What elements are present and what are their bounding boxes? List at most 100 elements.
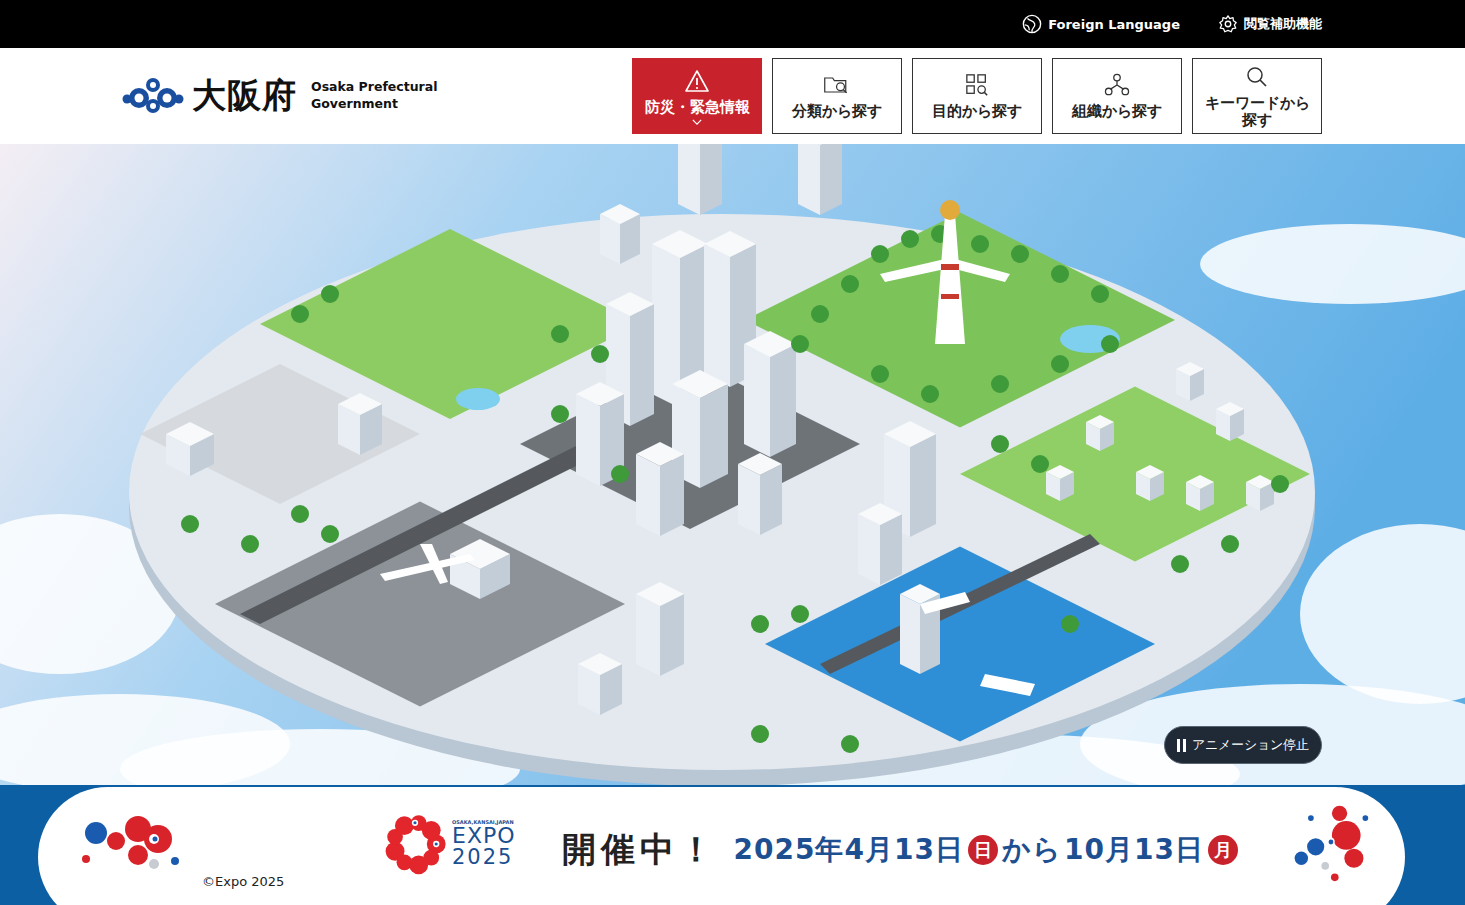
tree xyxy=(1171,555,1189,573)
tree xyxy=(971,235,989,253)
building xyxy=(600,204,640,264)
accessibility-link[interactable]: 閲覧補助機能 xyxy=(1218,14,1322,34)
tree xyxy=(321,525,339,543)
expo-ring-icon xyxy=(382,811,448,877)
cloud xyxy=(1300,524,1465,704)
folder-search-icon xyxy=(823,73,851,97)
expo-status: 開催中！ xyxy=(562,827,718,873)
tree xyxy=(551,325,569,343)
expo-mascot-icon xyxy=(76,809,186,879)
building xyxy=(1046,465,1074,501)
boat xyxy=(920,592,970,614)
tree xyxy=(1051,355,1069,373)
start-date: 2025年4月13日 xyxy=(734,831,964,869)
building xyxy=(858,503,902,585)
residential-area xyxy=(960,387,1310,562)
cloud xyxy=(1200,224,1465,304)
start-day-badge: 日 xyxy=(968,835,998,865)
organization-icon xyxy=(1103,73,1131,97)
logo-name: 大阪府 xyxy=(192,73,297,119)
building xyxy=(744,331,796,457)
tree xyxy=(1091,285,1109,303)
chevron-down-icon xyxy=(692,119,702,125)
top-bar: Foreign Language 閲覧補助機能 xyxy=(0,0,1465,48)
tree xyxy=(1101,335,1119,353)
building xyxy=(1246,475,1274,511)
pond xyxy=(1060,325,1120,353)
building xyxy=(798,144,842,215)
expo-copyright: ©Expo 2025 xyxy=(202,874,284,889)
building xyxy=(636,582,684,676)
tree xyxy=(791,335,809,353)
gear-icon xyxy=(1218,14,1238,34)
expo-logo: OSAKA,KANSAI,JAPANEXPO2025 xyxy=(382,811,516,877)
tree xyxy=(791,605,809,623)
tree xyxy=(321,285,339,303)
tree xyxy=(841,275,859,293)
pause-animation-button[interactable]: アニメーション停止 xyxy=(1164,726,1322,764)
fountain xyxy=(456,388,500,410)
tree xyxy=(991,375,1009,393)
tree xyxy=(1221,535,1239,553)
building xyxy=(900,584,940,674)
tree xyxy=(841,735,859,753)
tree xyxy=(291,305,309,323)
date-connector: から xyxy=(1002,831,1062,869)
end-day-badge: 月 xyxy=(1208,835,1238,865)
tree xyxy=(291,505,309,523)
nav-button[interactable]: 分類から探す xyxy=(772,58,902,135)
expo-dates: 開催中！ 2025年4月13日日から10月13日月 xyxy=(562,827,1240,873)
globe-icon xyxy=(1022,14,1042,34)
building xyxy=(1176,362,1204,401)
tree xyxy=(901,230,919,248)
tree xyxy=(241,535,259,553)
foreign-language-link[interactable]: Foreign Language xyxy=(1022,14,1180,34)
tower-of-the-sun xyxy=(880,200,1010,344)
end-date: 10月13日 xyxy=(1064,831,1204,869)
building xyxy=(636,442,684,536)
tree xyxy=(1051,265,1069,283)
building xyxy=(1086,415,1114,451)
boat xyxy=(980,674,1035,696)
tree xyxy=(871,245,889,263)
tree xyxy=(611,465,629,483)
grid-search-icon xyxy=(963,73,991,97)
building xyxy=(578,653,622,715)
building xyxy=(166,422,214,476)
building xyxy=(1216,402,1244,441)
expo-banner: ©Expo 2025 OSAKA,KANSAI,JAPANEXPO2025 開催中！… xyxy=(0,785,1465,905)
tree xyxy=(551,405,569,423)
building xyxy=(738,453,782,535)
logo-subtitle: Osaka PrefecturalGovernment xyxy=(311,79,438,113)
building xyxy=(1136,465,1164,501)
tree xyxy=(1271,475,1289,493)
nav-button[interactable]: 目的から探す xyxy=(912,58,1042,135)
expo-mascot-icon xyxy=(1287,799,1373,885)
harbor-water xyxy=(765,547,1155,742)
city-illustration xyxy=(0,144,1465,785)
tree xyxy=(591,345,609,363)
expo-banner-card[interactable]: ©Expo 2025 OSAKA,KANSAI,JAPANEXPO2025 開催中！… xyxy=(38,787,1405,905)
tree xyxy=(181,515,199,533)
platform xyxy=(129,214,1315,770)
nav-button[interactable]: 組織から探す xyxy=(1052,58,1182,135)
tree xyxy=(921,385,939,403)
factory-area xyxy=(140,364,420,504)
park-area xyxy=(745,213,1175,428)
main-nav: 防災・緊急情報分類から探す目的から探す組織から探すキーワードから探す xyxy=(632,58,1322,135)
tree xyxy=(751,725,769,743)
warning-icon xyxy=(683,69,711,93)
site-header: 大阪府 Osaka PrefecturalGovernment 防災・緊急情報分類か… xyxy=(0,48,1465,144)
nav-button[interactable]: 防災・緊急情報 xyxy=(632,58,762,135)
runway xyxy=(240,434,620,624)
site-logo[interactable]: 大阪府 Osaka PrefecturalGovernment xyxy=(122,73,438,119)
tree xyxy=(991,435,1009,453)
page: Foreign Language 閲覧補助機能大阪府 Osaka Prefectur… xyxy=(0,0,1465,905)
tree xyxy=(1061,615,1079,633)
tree xyxy=(871,365,889,383)
nav-button[interactable]: キーワードから探す xyxy=(1192,58,1322,135)
hero-illustration: アニメーション停止 xyxy=(0,144,1465,785)
tree xyxy=(811,305,829,323)
osaka-emblem-icon xyxy=(122,76,184,116)
search-icon xyxy=(1243,65,1271,89)
